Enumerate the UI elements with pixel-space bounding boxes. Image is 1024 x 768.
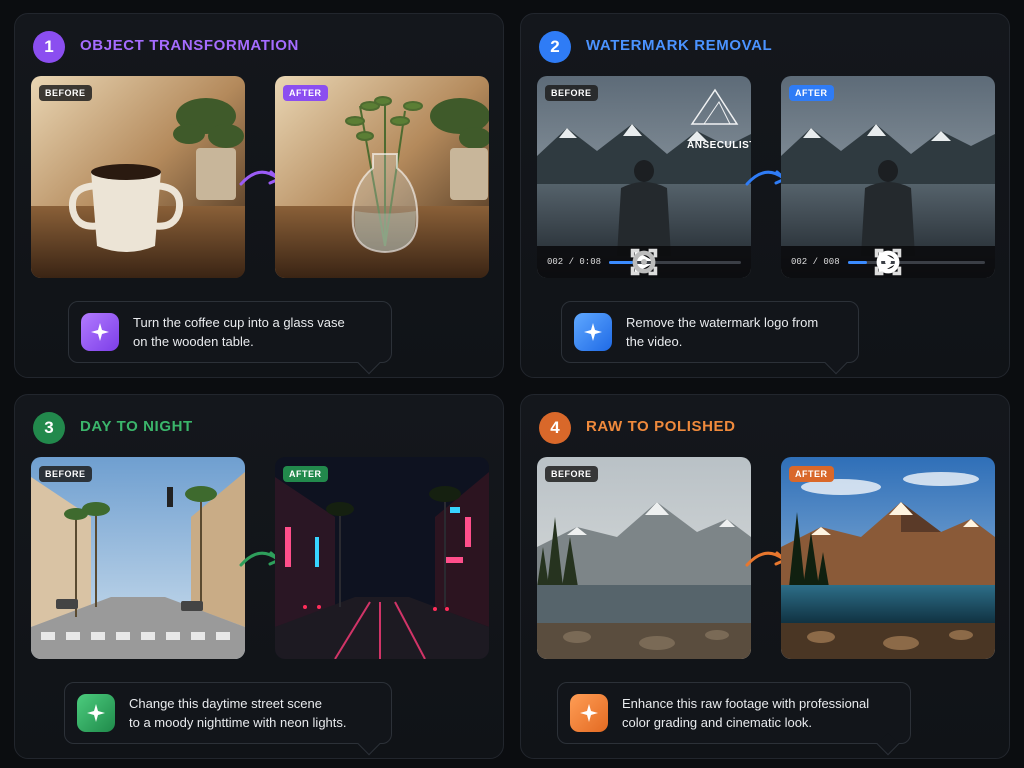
video-controls: 002 / 0:08	[537, 246, 751, 278]
step-badge: 4	[539, 412, 571, 444]
prompt-bubble: Change this daytime street scene to a mo…	[64, 682, 392, 756]
before-image: BEFORE	[31, 457, 245, 659]
polished-mountain-lake-image	[781, 457, 995, 659]
coffee-cup-image	[31, 76, 245, 278]
prompt-text: Turn the coffee cup into a glass vase on…	[133, 315, 345, 349]
after-tag: AFTER	[789, 466, 834, 482]
panel-object-transformation: 1 OBJECT TRANSFORMATION BEFORE AFTER Tur…	[14, 13, 504, 378]
sparkle-icon	[81, 313, 119, 351]
before-tag: BEFORE	[545, 85, 598, 101]
before-image: BEFORE	[31, 76, 245, 278]
panel-title: DAY TO NIGHT	[80, 418, 193, 435]
prompt-text: Enhance this raw footage with profession…	[622, 696, 870, 730]
nighttime-neon-street-image	[275, 457, 489, 659]
prompt-text: Change this daytime street scene to a mo…	[129, 696, 347, 730]
after-tag: AFTER	[283, 466, 328, 482]
after-video: AFTER 002 / 008	[781, 76, 995, 278]
prompt-text: Remove the watermark logo from the video…	[626, 315, 819, 349]
before-tag: BEFORE	[545, 466, 598, 482]
glass-vase-image	[275, 76, 489, 278]
after-image: AFTER	[275, 457, 489, 659]
after-tag: AFTER	[283, 85, 328, 101]
panel-title: WATERMARK REMOVAL	[586, 37, 773, 54]
before-tag: BEFORE	[39, 466, 92, 482]
panel-watermark-removal: 2 WATERMARK REMOVAL ANSECULIST BEFORE 00…	[520, 13, 1010, 378]
panel-title: RAW TO POLISHED	[586, 418, 736, 435]
panel-day-to-night: 3 DAY TO NIGHT BEFORE AFTER Change this …	[14, 394, 504, 759]
step-badge: 1	[33, 31, 65, 63]
step-badge: 3	[33, 412, 65, 444]
prompt-bubble: Enhance this raw footage with profession…	[557, 682, 911, 756]
watermark-text: ANSECULIST	[687, 140, 751, 151]
prompt-bubble: Turn the coffee cup into a glass vase on…	[68, 301, 392, 375]
after-image: AFTER	[781, 457, 995, 659]
sparkle-icon	[574, 313, 612, 351]
fullscreen-icon[interactable]	[781, 246, 995, 278]
video-controls: 002 / 008	[781, 246, 995, 278]
panel-raw-to-polished: 4 RAW TO POLISHED BEFORE AFTER Enhance t…	[520, 394, 1010, 759]
panel-title: OBJECT TRANSFORMATION	[80, 37, 299, 54]
daytime-street-image	[31, 457, 245, 659]
after-tag: AFTER	[789, 85, 834, 101]
step-badge: 2	[539, 31, 571, 63]
before-video: ANSECULIST BEFORE 002 / 0:08	[537, 76, 751, 278]
after-image: AFTER	[275, 76, 489, 278]
sparkle-icon	[77, 694, 115, 732]
before-tag: BEFORE	[39, 85, 92, 101]
raw-mountain-lake-image	[537, 457, 751, 659]
before-image: BEFORE	[537, 457, 751, 659]
fullscreen-icon[interactable]	[537, 246, 751, 278]
prompt-bubble: Remove the watermark logo from the video…	[561, 301, 859, 375]
sparkle-icon	[570, 694, 608, 732]
